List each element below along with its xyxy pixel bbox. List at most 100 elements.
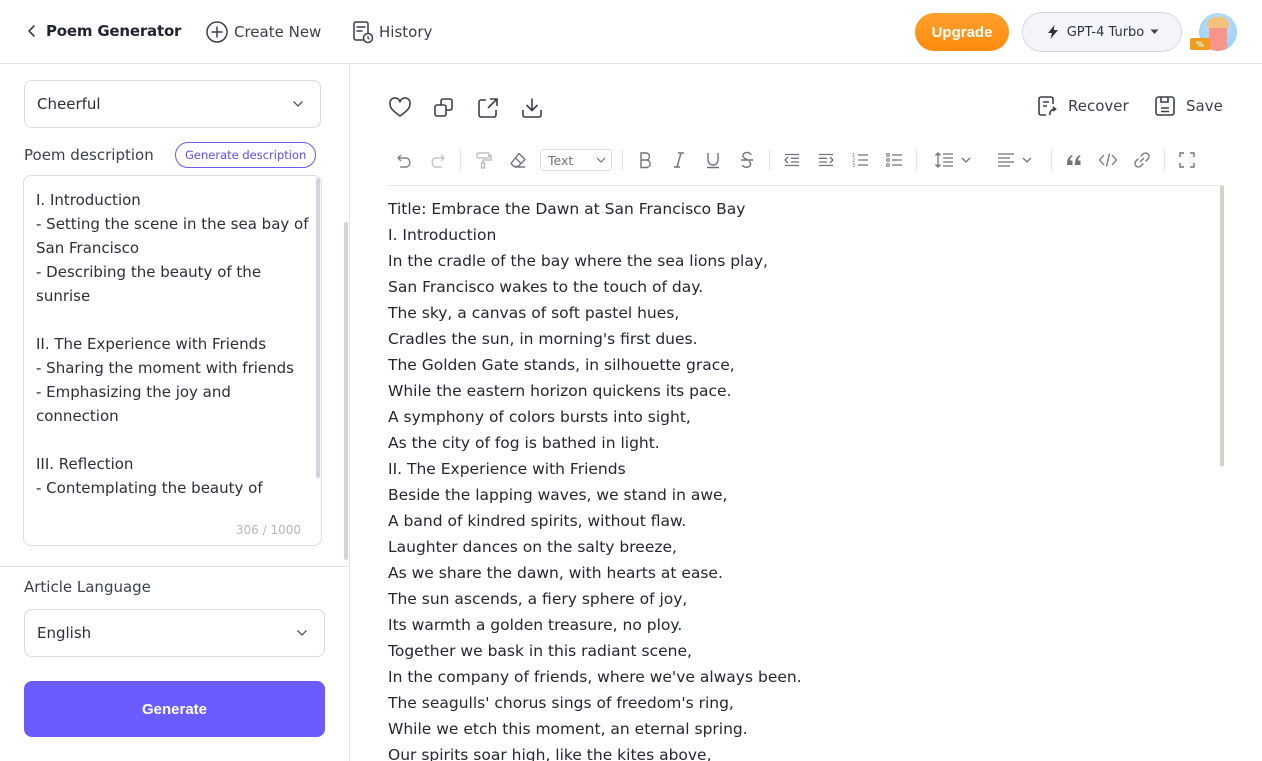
ordered-list-button[interactable]: 123 (849, 148, 871, 172)
poem-line: While the eastern horizon quickens its p… (388, 382, 732, 400)
poem-line: A symphony of colors bursts into sight, (388, 408, 691, 426)
avatar-hair (1207, 17, 1229, 28)
code-icon (1098, 153, 1118, 167)
strikethrough-icon (741, 151, 753, 168)
copy-button[interactable] (432, 96, 456, 120)
heart-icon (389, 97, 411, 117)
favorite-button[interactable] (388, 96, 412, 120)
indent-button[interactable] (815, 148, 837, 172)
save-button[interactable]: Save (1154, 95, 1223, 117)
poem-line: As we share the dawn, with hearts at eas… (388, 564, 723, 582)
indent-icon (819, 153, 834, 167)
poem-line: The sky, a canvas of soft pastel hues, (388, 304, 680, 322)
fullscreen-button[interactable] (1176, 148, 1198, 172)
tone-select[interactable]: Cheerful (24, 80, 321, 128)
editor-divider (388, 185, 1224, 186)
recover-label: Recover (1068, 97, 1129, 115)
generate-description-button[interactable]: Generate description (175, 142, 317, 168)
underline-button[interactable] (702, 148, 724, 172)
tone-value: Cheerful (37, 95, 101, 113)
poetic-tone-label: Poetic tone (24, 64, 102, 67)
bold-button[interactable] (634, 148, 656, 172)
history-button[interactable]: History (352, 20, 432, 44)
poem-line: I. Introduction (388, 226, 497, 244)
text-style-select[interactable]: Text (540, 149, 612, 171)
poem-description-field[interactable]: I. Introduction - Setting the scene in t… (23, 175, 322, 546)
back-button[interactable]: Poem Generator (26, 22, 181, 40)
toolbar-separator (1164, 149, 1165, 171)
download-button[interactable] (520, 96, 544, 120)
bullet-list-icon (886, 153, 902, 167)
settings-panel: Poetic tone Cheerful Poem description Ge… (0, 64, 350, 761)
poem-line: San Francisco wakes to the touch of day. (388, 278, 704, 296)
bullet-list-button[interactable] (883, 148, 905, 172)
line-height-dropdown[interactable] (932, 148, 974, 172)
poem-line: In the cradle of the bay where the sea l… (388, 252, 768, 270)
language-value: English (37, 624, 92, 642)
poem-description-input[interactable]: I. Introduction - Setting the scene in t… (36, 188, 311, 513)
redo-icon (431, 154, 445, 168)
poem-line: The Golden Gate stands, in silhouette gr… (388, 356, 735, 374)
redo-button[interactable] (426, 148, 448, 172)
format-painter-icon (476, 152, 492, 169)
outdent-icon (784, 153, 799, 167)
history-icon (353, 21, 374, 44)
poem-line: In the company of friends, where we've a… (388, 668, 802, 686)
recover-button[interactable]: Recover (1036, 95, 1129, 117)
upgrade-button[interactable]: Upgrade (915, 13, 1009, 51)
lightning-icon (1047, 25, 1058, 39)
strikethrough-button[interactable] (736, 148, 758, 172)
toolbar-separator (1051, 149, 1052, 171)
character-counter: 306 / 1000 (235, 523, 301, 537)
generate-button[interactable]: Generate (24, 681, 325, 737)
align-dropdown[interactable] (994, 148, 1036, 172)
clear-format-button[interactable] (507, 148, 529, 172)
poem-line: Beside the lapping waves, we stand in aw… (388, 486, 728, 504)
undo-button[interactable] (394, 148, 416, 172)
create-new-button[interactable]: Create New (205, 20, 321, 44)
italic-button[interactable] (668, 148, 690, 172)
italic-icon (674, 152, 684, 168)
editor-toolbar: Text 123 (388, 144, 1224, 176)
article-language-label: Article Language (24, 578, 151, 596)
poem-line: II. The Experience with Friends (388, 460, 626, 478)
editor-panel: Recover Save Text 1 2 3 Title: Embrace t… (350, 64, 1262, 761)
download-icon (522, 98, 542, 118)
discount-badge: % (1190, 38, 1210, 50)
outdent-button[interactable] (781, 148, 803, 172)
poem-line: Cradles the sun, in morning's first dues… (388, 330, 698, 348)
text-style-value: Text (548, 152, 574, 168)
eraser-icon (510, 152, 526, 168)
description-scrollbar[interactable] (316, 178, 320, 478)
recover-icon (1038, 96, 1057, 116)
page-title: Poem Generator (46, 22, 182, 40)
code-button[interactable] (1097, 148, 1119, 172)
top-header: Poem Generator Create New History Upgrad… (0, 0, 1262, 64)
poem-line: While we etch this moment, an eternal sp… (388, 720, 748, 738)
poem-line: Laughter dances on the salty breeze, (388, 538, 677, 556)
toolbar-separator (916, 149, 917, 171)
caret-down-icon (1150, 29, 1159, 34)
poem-line: Its warmth a golden treasure, no ploy. (388, 616, 683, 634)
external-link-icon (478, 98, 498, 118)
language-select[interactable]: English (24, 609, 325, 657)
ordered-list-icon: 123 (852, 153, 868, 168)
panel-scrollbar[interactable] (344, 222, 348, 560)
model-selector[interactable]: GPT-4 Turbo (1022, 12, 1182, 52)
line-height-icon (935, 152, 953, 168)
share-button[interactable] (476, 96, 500, 120)
editor-scrollbar[interactable] (1220, 186, 1224, 466)
link-button[interactable] (1131, 148, 1153, 172)
poem-line: A band of kindred spirits, without flaw. (388, 512, 687, 530)
format-painter-button[interactable] (473, 148, 495, 172)
quote-icon (1067, 155, 1081, 165)
toolbar-separator (622, 149, 623, 171)
poem-editor[interactable]: Title: Embrace the Dawn at San Francisco… (388, 196, 1208, 761)
settings-scroll-area: Poetic tone Cheerful Poem description Ge… (0, 64, 349, 566)
model-label: GPT-4 Turbo (1066, 24, 1145, 40)
fullscreen-icon (1179, 152, 1195, 168)
chevron-down-icon (961, 157, 971, 163)
bold-icon (640, 152, 651, 169)
chevron-down-icon (1022, 157, 1032, 163)
blockquote-button[interactable] (1063, 148, 1085, 172)
